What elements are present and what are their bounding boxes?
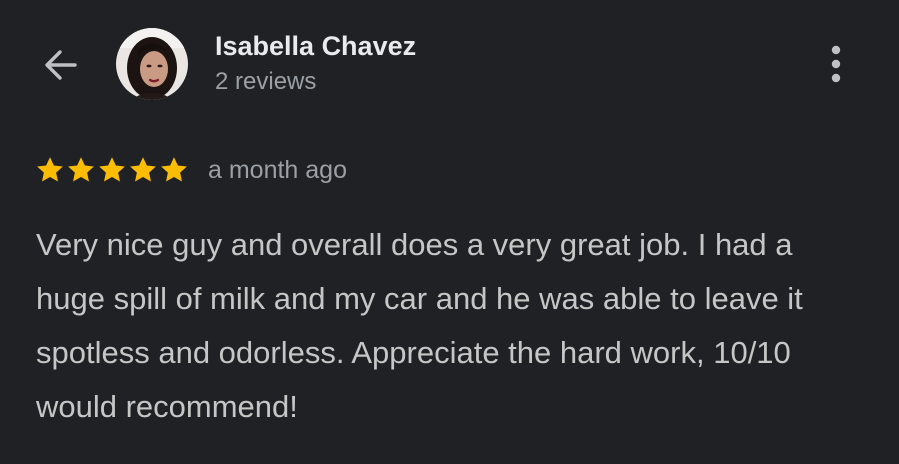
review-date: a month ago	[208, 155, 347, 184]
rating-row: a month ago	[35, 152, 347, 188]
star-icon	[66, 155, 96, 185]
star-rating	[35, 155, 189, 185]
star-icon	[159, 155, 189, 185]
more-options-button[interactable]	[818, 40, 854, 88]
arrow-left-icon	[45, 50, 77, 80]
review-screen: Isabella Chavez 2 reviews a month ago Ve…	[0, 0, 899, 464]
more-vertical-icon	[831, 45, 841, 83]
review-count[interactable]: 2 reviews	[215, 68, 316, 96]
review-text: Very nice guy and overall does a very gr…	[36, 227, 803, 424]
back-button[interactable]	[38, 44, 84, 86]
reviewer-name[interactable]: Isabella Chavez	[215, 31, 416, 62]
star-icon	[128, 155, 158, 185]
star-icon	[35, 155, 65, 185]
avatar[interactable]	[116, 28, 188, 100]
star-icon	[97, 155, 127, 185]
